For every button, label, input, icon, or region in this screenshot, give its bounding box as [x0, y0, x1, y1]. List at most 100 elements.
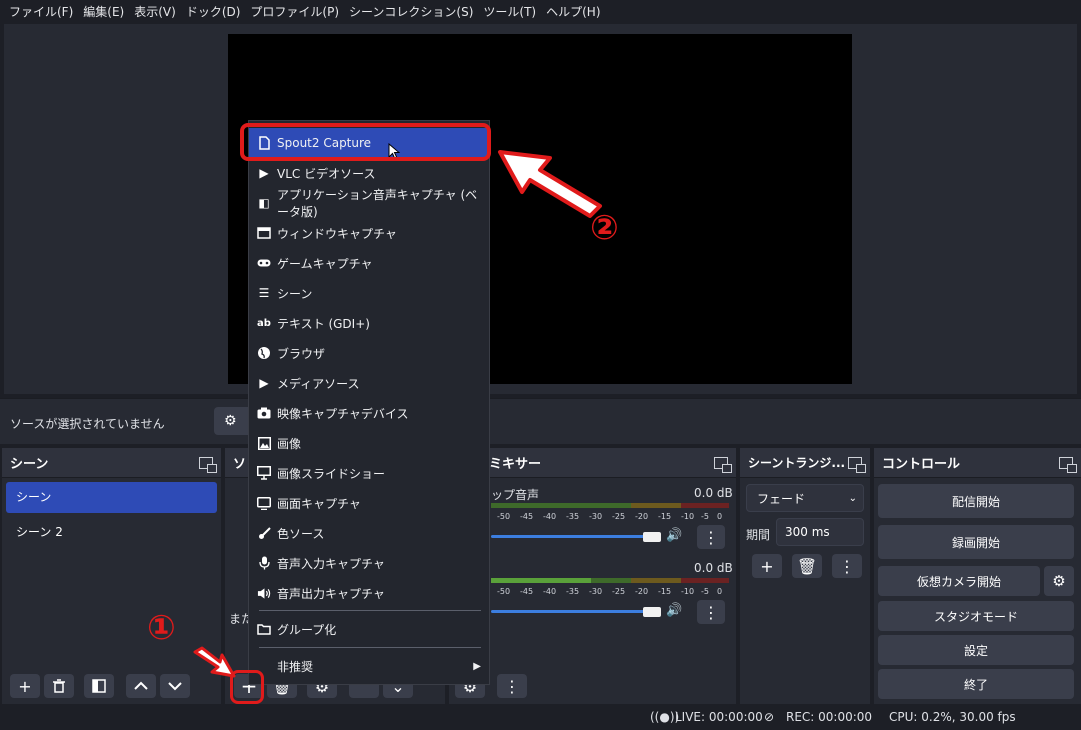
scale-tick: -40 — [543, 512, 557, 521]
menu-item-label: 映像キャプチャデバイス — [277, 406, 409, 421]
menu-docks[interactable]: ドック(D) — [181, 0, 246, 24]
transition-select[interactable]: フェード ⌄ — [746, 484, 864, 512]
speaker-icon[interactable]: 🔊 — [666, 528, 682, 543]
list-icon: ☰ — [258, 286, 270, 300]
menu-item-audio-input-capture[interactable]: 音声入力キャプチャ — [249, 548, 489, 578]
speaker-icon[interactable]: 🔊 — [666, 603, 682, 618]
move-scene-down-button[interactable] — [160, 674, 190, 698]
controls-dock: コントロール 配信開始 録画開始 仮想カメラ開始 ⚙ スタジオモード 設定 終了 — [874, 448, 1081, 704]
menu-item-audio-output-capture[interactable]: 音声出力キャプチャ — [249, 578, 489, 608]
transition-menu-button[interactable]: ⋮ — [832, 554, 862, 578]
menu-view[interactable]: 表示(V) — [129, 0, 181, 24]
brush-icon — [257, 526, 271, 540]
scale-tick: -15 — [658, 512, 672, 521]
cpu-status: CPU: 0.2%, 30.00 fps — [889, 710, 1016, 724]
exit-button[interactable]: 終了 — [878, 669, 1074, 699]
audio-meter — [591, 578, 631, 583]
controls-title: コントロール — [882, 457, 961, 472]
mixer-menu-button[interactable]: ⋮ — [697, 600, 725, 624]
menu-item-media-source[interactable]: ▶ メディアソース — [249, 368, 489, 398]
menu-item-display-capture[interactable]: 画面キャプチャ — [249, 488, 489, 518]
audio-meter-yellow — [631, 578, 681, 583]
menu-file[interactable]: ファイル(F) — [4, 0, 78, 24]
scale-tick: -20 — [635, 587, 649, 596]
scale-tick: -5 — [701, 587, 709, 596]
menu-item-label: 非推奨 — [277, 659, 314, 674]
scenes-dock-title: シーン — [2, 448, 221, 478]
virtual-camera-settings-button[interactable]: ⚙ — [1044, 566, 1074, 596]
studio-mode-button[interactable]: スタジオモード — [878, 601, 1074, 631]
image-icon — [257, 436, 271, 450]
remove-transition-button[interactable]: 🗑 — [792, 554, 822, 578]
menu-item-game-capture[interactable]: ゲームキャプチャ — [249, 248, 489, 278]
scenes-title: シーン — [10, 457, 49, 472]
move-scene-up-button[interactable] — [126, 674, 156, 698]
menu-item-text-gdi[interactable]: ab テキスト (GDI+) — [249, 308, 489, 338]
menu-tools[interactable]: ツール(T) — [478, 0, 541, 24]
scene-item[interactable]: シーン 2 — [6, 517, 217, 548]
mixer-menu-button[interactable]: ⋮ — [697, 525, 725, 549]
start-virtual-camera-button[interactable]: 仮想カメラ開始 — [878, 566, 1040, 596]
menu-item-deprecated[interactable]: 非推奨 ▶ — [249, 651, 489, 681]
menu-item-label: メディアソース — [277, 376, 360, 391]
remove-scene-button[interactable] — [44, 674, 74, 698]
menu-item-browser[interactable]: ブラウザ — [249, 338, 489, 368]
menu-item-app-audio-capture[interactable]: ◧ アプリケーション音声キャプチャ (ベータ版) — [249, 188, 489, 219]
add-transition-button[interactable]: + — [752, 554, 782, 578]
scale-tick: -10 — [681, 512, 695, 521]
menu-item-color-source[interactable]: 色ソース — [249, 518, 489, 548]
scene-filters-button[interactable] — [84, 674, 114, 698]
undock-icon[interactable] — [714, 456, 732, 473]
mixer-more-button[interactable]: ⋮ — [497, 674, 527, 698]
undock-icon[interactable] — [1059, 456, 1077, 473]
window-icon — [257, 226, 271, 240]
undock-icon[interactable] — [848, 456, 866, 473]
start-recording-button[interactable]: 録画開始 — [878, 525, 1074, 559]
add-scene-button[interactable]: + — [10, 674, 40, 698]
more-vertical-icon: ⋮ — [703, 527, 719, 547]
menu-item-group[interactable]: グループ化 — [249, 614, 489, 644]
volume-slider[interactable] — [491, 535, 659, 538]
volume-slider[interactable] — [491, 610, 659, 613]
sources-title: ソ — [233, 457, 247, 472]
gear-icon: ⚙ — [224, 413, 237, 429]
mixer-dock-title: ミキサー — [449, 448, 736, 478]
duration-spinbox[interactable]: 300 ms — [776, 518, 864, 546]
more-vertical-icon: ⋮ — [703, 602, 719, 622]
menu-scene-collection[interactable]: シーンコレクション(S) — [344, 0, 478, 24]
audio-meter — [491, 503, 631, 508]
menu-item-scene[interactable]: ☰ シーン — [249, 278, 489, 308]
scene-item[interactable]: シーン — [6, 482, 217, 513]
chevron-up-icon — [134, 681, 148, 690]
transitions-title: シーントランジ... — [748, 456, 846, 470]
volume-slider-knob[interactable] — [643, 532, 661, 542]
settings-button[interactable]: 設定 — [878, 635, 1074, 665]
menu-item-window-capture[interactable]: ウィンドウキャプチャ — [249, 218, 489, 248]
menu-item-label: シーン — [277, 286, 313, 301]
menu-profile[interactable]: プロファイル(P) — [245, 0, 344, 24]
start-streaming-button[interactable]: 配信開始 — [878, 484, 1074, 518]
menu-help[interactable]: ヘルプ(H) — [541, 0, 605, 24]
menu-item-image[interactable]: 画像 — [249, 428, 489, 458]
volume-slider-knob[interactable] — [643, 607, 661, 617]
menu-item-label: 画像 — [277, 436, 302, 451]
menu-item-label: 音声出力キャプチャ — [277, 586, 385, 601]
menu-item-video-capture-device[interactable]: 映像キャプチャデバイス — [249, 398, 489, 428]
annotation-highlight-box — [230, 670, 264, 704]
scale-tick: 0 — [717, 512, 723, 521]
menu-item-vlc-video-source[interactable]: ▶ VLC ビデオソース — [249, 158, 489, 188]
scale-tick: -45 — [520, 512, 534, 521]
menu-item-label: ウィンドウキャプチャ — [277, 226, 397, 241]
source-toolbar: ソースが選択されていません ⚙ — [0, 398, 1081, 444]
menu-edit[interactable]: 編集(E) — [78, 0, 129, 24]
undock-icon[interactable] — [199, 456, 217, 473]
scale-tick: -20 — [635, 512, 649, 521]
transitions-dock-title: シーントランジ... — [740, 448, 870, 478]
plus-icon: + — [760, 556, 774, 576]
status-bar: ((●)) LIVE: 00:00:00 ⊘ REC: 00:00:00 CPU… — [0, 704, 1081, 730]
plus-icon: + — [18, 676, 32, 696]
annotation-step-1: ① — [147, 608, 176, 648]
speaker-icon — [257, 586, 271, 600]
menu-item-image-slideshow[interactable]: 画像スライドショー — [249, 458, 489, 488]
menu-bar: ファイル(F) 編集(E) 表示(V) ドック(D) プロファイル(P) シーン… — [0, 0, 1081, 24]
